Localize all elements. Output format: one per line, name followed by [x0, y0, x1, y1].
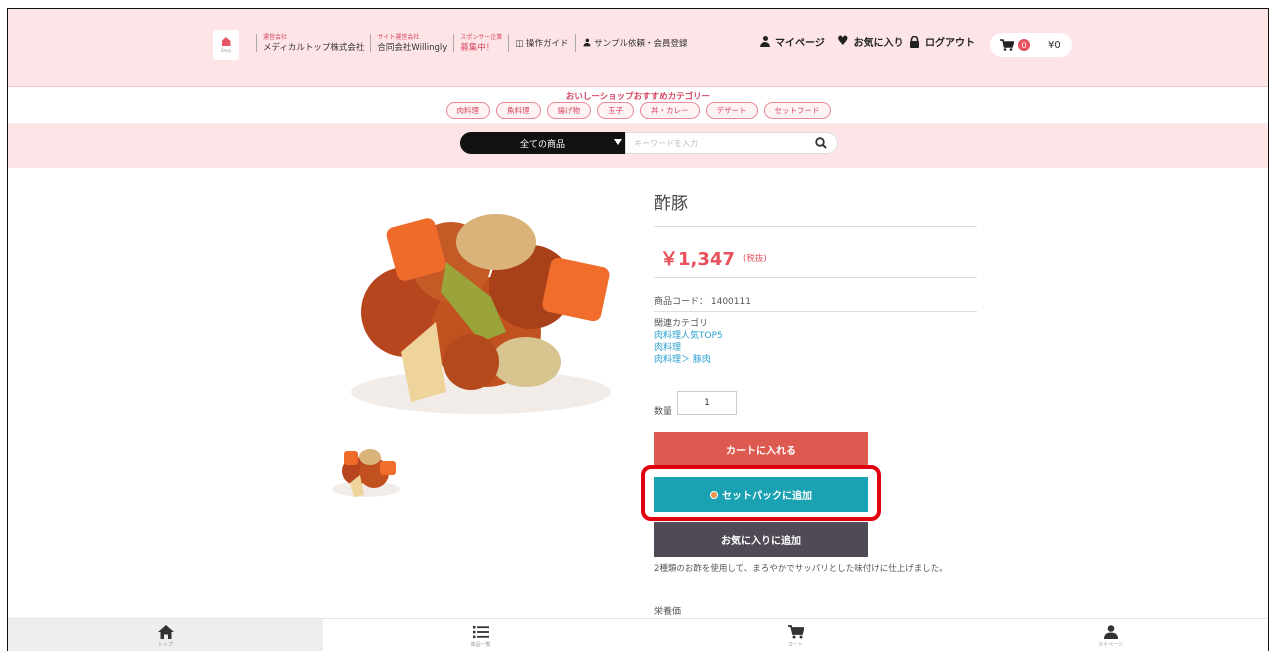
category-meat[interactable]: 肉料理 — [445, 102, 490, 119]
header-cart[interactable]: 0 ¥0 — [990, 33, 1072, 57]
related-link-top5[interactable]: 肉料理人気TOP5 — [654, 330, 723, 342]
bottom-nav-products[interactable]: 商品一覧 — [323, 619, 638, 651]
home-icon — [157, 625, 174, 639]
category-fried[interactable]: 揚げ物 — [546, 102, 591, 119]
quantity-label: 数量 — [654, 407, 673, 417]
caret-down-icon — [614, 139, 622, 145]
category-list: 肉料理 魚料理 揚げ物 玉子 丼・カレー デザート セットフード — [8, 102, 1268, 119]
sponsor-link[interactable]: スポンサー企業 募集中！ — [460, 33, 502, 53]
bottom-nav-cart[interactable]: カート — [638, 619, 953, 651]
product-thumbnail[interactable] — [326, 437, 406, 501]
browser-frame: Shop 運営会社 メディカルトップ株式会社 サイト運営会社 合同会社Willi… — [7, 8, 1269, 651]
person-icon — [583, 38, 591, 47]
product-main-image — [351, 214, 611, 414]
quantity-input[interactable]: 1 — [677, 391, 737, 415]
book-icon: ◫ — [515, 39, 524, 49]
tax-note: (税抜) — [743, 254, 767, 264]
add-to-cart-button[interactable]: カートに入れる — [654, 432, 868, 467]
search-bar: 全ての商品 キーワードを入力 — [8, 124, 1268, 168]
highlight-box — [641, 465, 881, 521]
search-icon[interactable] — [815, 137, 827, 149]
lock-icon — [910, 35, 919, 48]
search-input[interactable]: キーワードを入力 — [625, 132, 838, 154]
mypage-link[interactable]: マイページ — [760, 34, 825, 49]
sample-link[interactable]: サンプル依頼・会員登録 — [582, 37, 687, 49]
category-bar: おいしーショップおすすめカテゴリー 肉料理 魚料理 揚げ物 玉子 丼・カレー デ… — [8, 87, 1268, 124]
product-price: ￥1,347 — [660, 249, 735, 270]
favorites-link[interactable]: ♥ お気に入り — [837, 34, 904, 49]
bottom-nav-mypage[interactable]: マイページ — [953, 619, 1268, 651]
related-link-pork[interactable]: 肉料理＞ 豚肉 — [654, 354, 723, 366]
category-select[interactable]: 全ての商品 — [460, 132, 625, 154]
cart-icon — [787, 625, 804, 639]
related-link-meat[interactable]: 肉料理 — [654, 342, 723, 354]
corp-info: 運営会社 メディカルトップ株式会社 サイト運営会社 合同会社Willingly … — [256, 33, 687, 53]
category-fish[interactable]: 魚料理 — [496, 102, 541, 119]
add-to-favorites-button[interactable]: お気に入りに追加 — [654, 522, 868, 557]
site-header: Shop 運営会社 メディカルトップ株式会社 サイト運営会社 合同会社Willi… — [8, 9, 1268, 87]
cart-total: ¥0 — [1048, 39, 1061, 51]
category-egg[interactable]: 玉子 — [597, 102, 634, 119]
related-categories: 関連カテゴリ 肉料理人気TOP5 肉料理 肉料理＞ 豚肉 — [654, 319, 723, 366]
house-icon — [221, 37, 231, 46]
divider — [654, 311, 977, 312]
category-title: おいしーショップおすすめカテゴリー — [565, 92, 711, 102]
divider — [654, 277, 977, 278]
site-logo[interactable]: Shop — [213, 30, 239, 60]
category-set-food[interactable]: セットフード — [763, 102, 831, 119]
category-dessert[interactable]: デザート — [705, 102, 758, 119]
divider — [654, 226, 977, 227]
heart-icon: ♥ — [837, 34, 849, 49]
logout-link[interactable]: ログアウト — [909, 34, 975, 49]
category-rice-bowl[interactable]: 丼・カレー — [640, 102, 700, 119]
cart-count-badge: 0 — [1018, 39, 1030, 51]
list-icon — [472, 626, 489, 639]
bottom-nav-top[interactable]: トップ — [8, 619, 323, 651]
product-description: 2種類のお酢を使用して、まろやかでサッパリとした味付けに仕上げました。 — [654, 564, 948, 574]
product-title: 酢豚 — [654, 194, 688, 214]
bottom-nav: トップ 商品一覧 カート マイページ — [8, 618, 1268, 651]
user-icon — [760, 36, 770, 47]
user-icon — [1103, 625, 1118, 639]
product-code: 商品コード： 1400111 — [654, 297, 751, 307]
cart-icon — [1000, 39, 1014, 51]
nutrition-label: 栄養価 — [654, 607, 682, 617]
guide-link[interactable]: ◫ 操作ガイド — [515, 37, 568, 49]
